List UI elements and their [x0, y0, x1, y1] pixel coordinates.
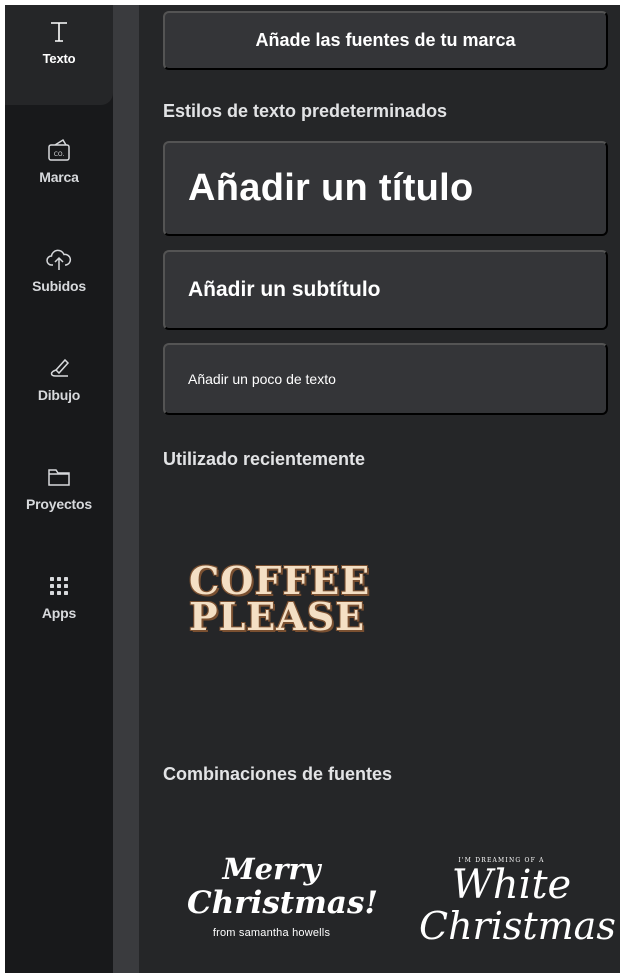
pen-draw-icon [46, 355, 72, 381]
sidebar-item-subidos[interactable]: Subidos [5, 226, 113, 326]
folder-icon [46, 464, 72, 490]
combo-line: White [451, 862, 572, 908]
text-icon [47, 19, 71, 45]
default-text-styles-heading: Estilos de texto predeterminados [163, 101, 448, 121]
sidebar-item-marca[interactable]: CO. Marca [5, 117, 113, 217]
sidebar-item-label: Proyectos [26, 496, 92, 512]
brand-kit-icon: CO. [46, 137, 72, 163]
add-brand-fonts-button[interactable]: Añade las fuentes de tu marca [163, 11, 608, 70]
sidebar-item-apps[interactable]: Apps [5, 553, 113, 653]
sidebar-item-texto[interactable]: Texto [5, 5, 113, 105]
add-title-button[interactable]: Añadir un título [163, 141, 608, 236]
panel-resize-gutter[interactable] [113, 5, 139, 973]
font-combinations-heading: Combinaciones de fuentes [163, 764, 393, 784]
apps-grid-icon [48, 573, 70, 599]
sidebar-item-label: Apps [41, 605, 77, 621]
sidebar-item-label: Texto [42, 51, 76, 66]
sidebar-item-label: Marca [39, 169, 79, 185]
font-combo-white-christmas[interactable]: I'M DREAMING OF A White Christmas [409, 857, 616, 948]
sidebar-item-dibujo[interactable]: Dibujo [5, 335, 113, 435]
add-body-text-button[interactable]: Añadir un poco de texto [163, 343, 608, 415]
combo-line: Christmas [419, 904, 616, 948]
combo-line: from samantha howells [212, 927, 331, 939]
combo-line: Merry [222, 852, 321, 886]
add-subtitle-button[interactable]: Añadir un subtítulo [163, 250, 608, 330]
text-panel: Añade las fuentes de tu marca Estilos de… [139, 5, 620, 973]
recent-font-coffee-please[interactable]: COFFEE PLEASE [189, 562, 370, 639]
recently-used-heading: Utilizado recientemente [163, 449, 366, 469]
cloud-upload-icon [45, 246, 73, 272]
font-combo-merry-christmas[interactable]: Merry Christmas! from samantha howells [179, 852, 379, 939]
sidebar-item-proyectos[interactable]: Proyectos [5, 444, 113, 544]
combo-line: Christmas! [187, 885, 379, 921]
sidebar-item-label: Subidos [32, 278, 86, 294]
sidebar-item-label: Dibujo [37, 387, 81, 403]
side-navigation: Texto CO. Marca Subidos Dibujo Proyectos… [5, 5, 113, 973]
recent-font-line: PLEASE [189, 594, 366, 639]
brand-icon-text: CO. [54, 151, 65, 158]
